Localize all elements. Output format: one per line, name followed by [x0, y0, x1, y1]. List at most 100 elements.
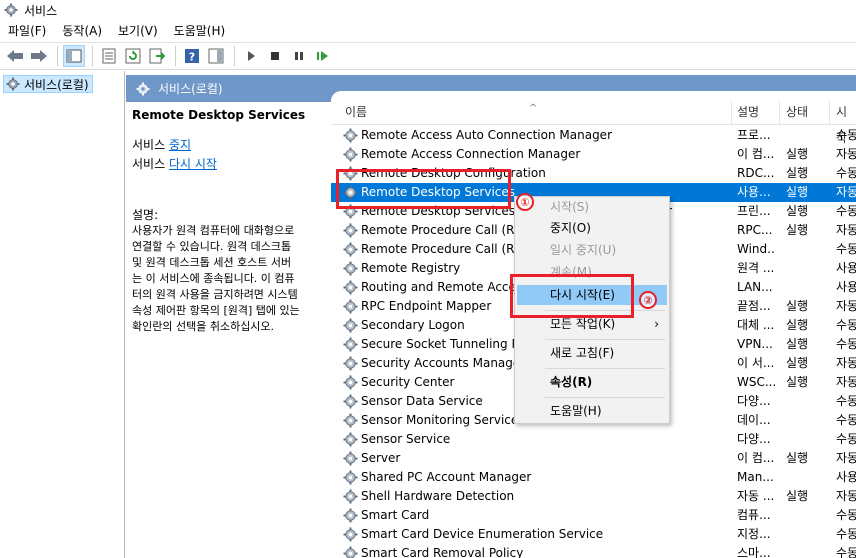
- start-service-button[interactable]: [240, 45, 262, 67]
- service-description: 다양...: [737, 432, 771, 446]
- service-gear-icon: [343, 223, 358, 238]
- service-name: Shell Hardware Detection: [361, 489, 515, 503]
- service-startup-type: 수동: [836, 318, 856, 332]
- toolbar-separator: [57, 46, 58, 66]
- service-status: 실행: [786, 489, 809, 503]
- service-gear-icon: [343, 508, 358, 523]
- service-gear-icon: [343, 432, 358, 447]
- service-gear-icon: [343, 261, 358, 276]
- service-startup-type: 자동: [836, 375, 856, 389]
- column-header-startup[interactable]: 시작: [836, 99, 856, 145]
- service-description: 지정...: [737, 527, 771, 541]
- service-startup-type: 수동: [836, 394, 856, 408]
- service-gear-icon: [343, 128, 358, 143]
- annotation-step2-marker: ②: [639, 291, 657, 309]
- window-title: 서비스: [24, 3, 58, 18]
- service-description: 이 서...: [737, 356, 775, 370]
- back-button[interactable]: [4, 45, 26, 67]
- tree-item-services-local[interactable]: 서비스(로컬): [3, 75, 93, 93]
- restart-service-link[interactable]: 다시 시작: [169, 157, 217, 171]
- service-startup-type: 자동: [836, 223, 856, 237]
- menu-view[interactable]: 보기(V): [110, 21, 166, 41]
- service-row[interactable]: Remote Access Connection Manager 이 컴... 실행…: [331, 145, 856, 164]
- service-status: 실행: [786, 375, 809, 389]
- service-startup-type: 수동: [836, 242, 856, 256]
- menu-item-stop[interactable]: 중지(O): [517, 218, 667, 238]
- service-description: Wind...: [737, 242, 775, 256]
- service-description: 다양...: [737, 394, 771, 408]
- service-startup-type: 수동: [836, 527, 856, 541]
- column-separator[interactable]: [779, 101, 780, 125]
- service-row[interactable]: Smart Card 컴퓨... 수동: [331, 506, 856, 525]
- service-description: 이 컴...: [737, 451, 775, 465]
- service-row[interactable]: Shared PC Account Manager Man... 사용: [331, 468, 856, 487]
- service-gear-icon: [343, 280, 358, 295]
- service-row[interactable]: Sensor Service 다양... 수동: [331, 430, 856, 449]
- menu-file[interactable]: 파일(F): [0, 21, 54, 41]
- service-description: LAN...: [737, 280, 773, 294]
- show-hide-console-tree-button[interactable]: [63, 45, 85, 67]
- export-list-button[interactable]: [146, 45, 168, 67]
- menu-item-start[interactable]: 시작(S): [517, 197, 667, 217]
- export-icon: [149, 48, 165, 64]
- menu-item-label: 모든 작업(K): [550, 317, 616, 331]
- service-startup-type: 수동: [836, 413, 856, 427]
- stop-service-button[interactable]: [264, 45, 286, 67]
- description-label: 설명:: [132, 208, 159, 222]
- service-row[interactable]: Server 이 컴... 실행 자동: [331, 449, 856, 468]
- help-button[interactable]: ?: [181, 45, 203, 67]
- properties-view-button[interactable]: [98, 45, 120, 67]
- service-startup-type: 자동: [836, 185, 856, 199]
- service-row[interactable]: Shell Hardware Detection 자동 ... 실행 자동: [331, 487, 856, 506]
- services-pane: 서비스(로컬) Remote Desktop Services 서비스 중지 서…: [126, 71, 856, 558]
- menu-item-pause[interactable]: 일시 중지(U): [517, 240, 667, 260]
- service-gear-icon: [343, 375, 358, 390]
- service-name: Sensor Service: [361, 432, 451, 446]
- service-description: 컴퓨...: [737, 508, 771, 522]
- restart-service-line: 서비스 다시 시작: [132, 155, 325, 172]
- service-description: 스마...: [737, 546, 771, 558]
- service-row[interactable]: Smart Card Removal Policy 스마... 수동: [331, 544, 856, 558]
- service-gear-icon: [343, 527, 358, 542]
- service-status: 실행: [786, 185, 809, 199]
- menu-item-properties[interactable]: 속성(R): [517, 372, 667, 392]
- refresh-button[interactable]: [122, 45, 144, 67]
- service-row[interactable]: Remote Access Auto Connection Manager 프로.…: [331, 126, 856, 145]
- pause-service-button[interactable]: [288, 45, 310, 67]
- service-row[interactable]: Smart Card Device Enumeration Service 지정.…: [331, 525, 856, 544]
- annotation-box-step2: [510, 274, 634, 318]
- submenu-arrow-icon: ›: [654, 317, 659, 331]
- service-gear-icon: [343, 299, 358, 314]
- service-description: 끝점...: [737, 299, 771, 313]
- service-startup-type: 자동: [836, 147, 856, 161]
- arrow-left-icon: [7, 50, 23, 62]
- column-separator[interactable]: [731, 101, 732, 125]
- service-status: 실행: [786, 166, 809, 180]
- action-pane-button[interactable]: [205, 45, 227, 67]
- menu-item-refresh[interactable]: 새로 고침(F): [517, 343, 667, 363]
- service-description: Man...: [737, 470, 774, 484]
- list-header: 이름 ^ 설명 상태 시작: [331, 99, 856, 145]
- service-name: Smart Card Removal Policy: [361, 546, 524, 558]
- menu-item-help[interactable]: 도움말(H): [517, 401, 667, 421]
- menu-help[interactable]: 도움말(H): [166, 21, 234, 41]
- service-startup-type: 사용: [836, 261, 856, 275]
- column-header-status[interactable]: 상태: [786, 99, 808, 125]
- column-header-name[interactable]: 이름: [345, 99, 367, 125]
- forward-button[interactable]: [28, 45, 50, 67]
- service-startup-type: 자동: [836, 356, 856, 370]
- service-status: 실행: [786, 451, 809, 465]
- service-description: 이 컴...: [737, 147, 775, 161]
- service-description: RPC...: [737, 223, 773, 237]
- restart-icon: [317, 51, 328, 61]
- toolbar: ?: [0, 42, 856, 70]
- service-description-panel: Remote Desktop Services 서비스 중지 서비스 다시 시작…: [126, 102, 331, 558]
- column-separator[interactable]: [829, 101, 830, 125]
- column-header-description[interactable]: 설명: [737, 99, 759, 125]
- restart-service-button[interactable]: [312, 45, 334, 67]
- stop-service-link[interactable]: 중지: [169, 138, 191, 152]
- description-text: 사용자가 원격 컴퓨터에 대화형으로 연결할 수 있습니다. 원격 데스크톱 및…: [132, 224, 300, 333]
- menu-separator: [545, 368, 665, 369]
- menu-action[interactable]: 동작(A): [54, 21, 110, 41]
- service-startup-type: 사용: [836, 280, 856, 294]
